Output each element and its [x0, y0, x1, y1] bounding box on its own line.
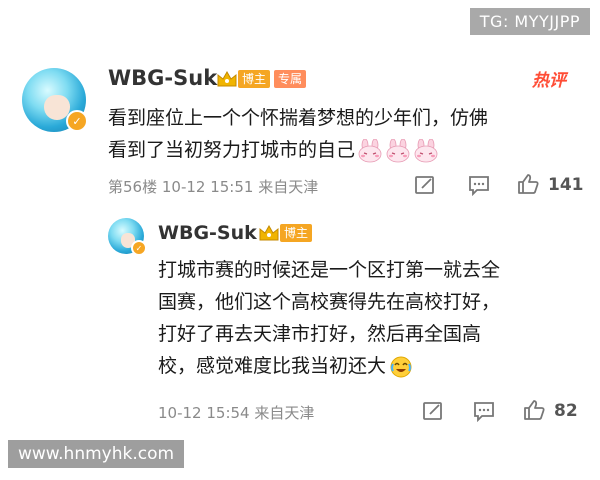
rabbit-emoji-icon [358, 138, 382, 162]
comment-icon[interactable] [468, 174, 490, 196]
like-icon[interactable] [522, 398, 546, 422]
crown-icon [217, 70, 237, 87]
special-badge: 专属 [274, 70, 307, 88]
verified-icon: ✓ [66, 110, 88, 132]
reply-text: 打城市赛的时候还是一个区打第一就去全 国赛，他们这个高校赛得先在高校打好， 打好… [158, 254, 578, 382]
like-count: 141 [548, 175, 584, 195]
share-icon[interactable] [414, 174, 436, 196]
laugh-cry-emoji-icon [390, 356, 412, 377]
share-icon[interactable] [422, 400, 444, 422]
reply-like-count: 82 [554, 401, 578, 421]
blogger-badge: 博主 [280, 224, 313, 242]
comment-icon[interactable] [473, 400, 495, 422]
like-icon[interactable] [516, 172, 540, 196]
reply-line-1: 打城市赛的时候还是一个区打第一就去全 [158, 259, 501, 281]
rabbit-emoji-icon [414, 138, 438, 162]
reply-username[interactable]: WBG-Suk [158, 222, 257, 244]
comment-line-1: 看到座位上一个个怀揣着梦想的少年们，仿佛 [108, 107, 489, 129]
comment-text: 看到座位上一个个怀揣着梦想的少年们，仿佛 看到了当初努力打城市的自己 [108, 102, 578, 166]
comment-line-2: 看到了当初努力打城市的自己 [108, 134, 578, 166]
reply-line-3: 打好了再去天津市打好，然后再全国高 [158, 323, 482, 345]
comment-username[interactable]: WBG-Suk [108, 66, 217, 90]
verified-icon: ✓ [131, 240, 147, 256]
reply-avatar[interactable]: ✓ [108, 218, 147, 256]
comment-meta: 第56楼 10-12 15:51 来自天津 [108, 178, 319, 196]
rabbit-emoji-icon [386, 138, 410, 162]
crown-icon [259, 224, 279, 241]
watermark-bottom: www.hnmyhk.com [8, 440, 185, 468]
blogger-badge: 博主 [238, 70, 271, 88]
reply-meta: 10-12 15:54 来自天津 [158, 404, 315, 422]
reply-line-4: 校，感觉难度比我当初还大 [158, 350, 578, 382]
reply-line-2: 国赛，他们这个高校赛得先在高校打好， [158, 291, 501, 313]
avatar[interactable]: ✓ [22, 68, 88, 132]
hot-label: 热评 [532, 71, 566, 91]
watermark-top: TG: MYYJJPP [469, 8, 590, 35]
